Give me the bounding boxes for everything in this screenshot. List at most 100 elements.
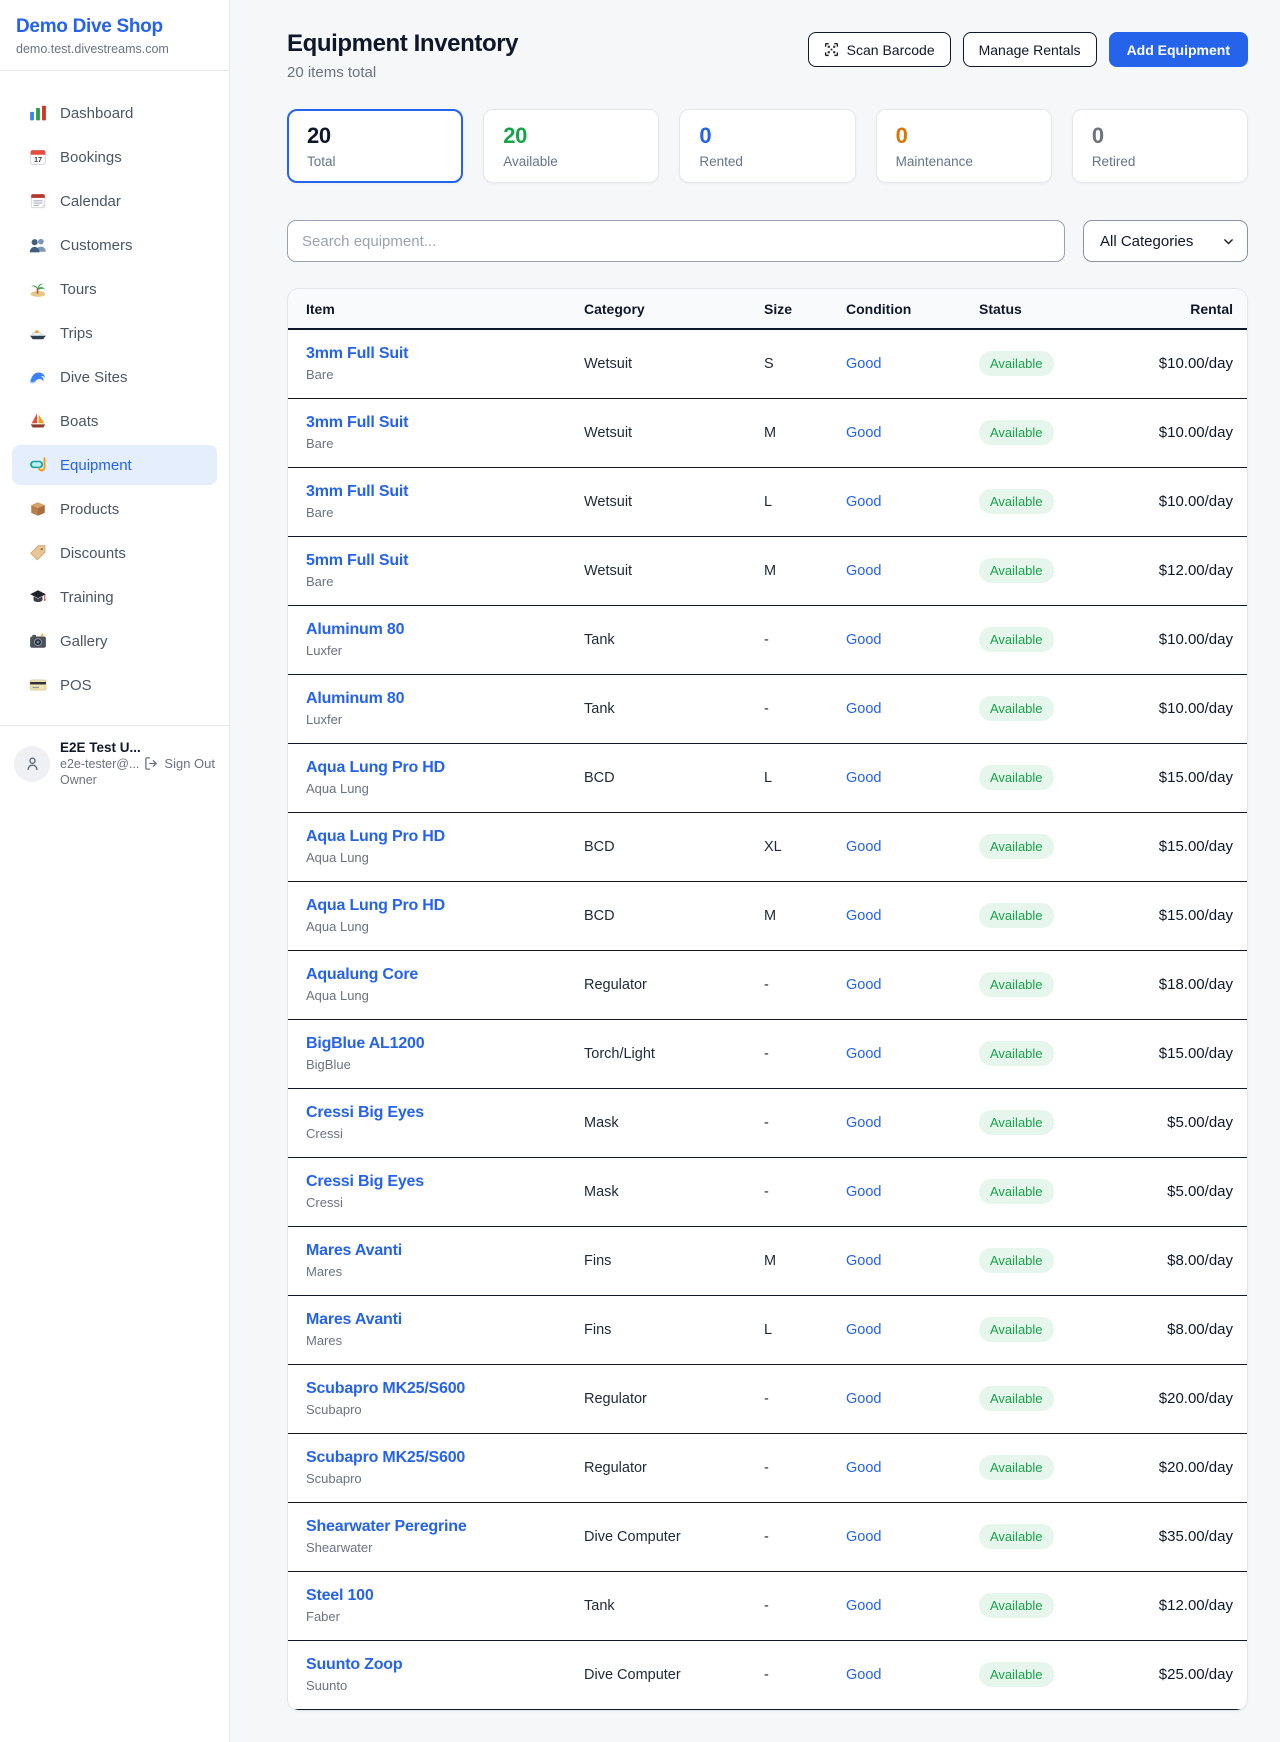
item-condition-link[interactable]: Good xyxy=(846,908,881,924)
item-name-link[interactable]: Aqua Lung Pro HD xyxy=(306,828,445,846)
sidebar-item-pos[interactable]: POS xyxy=(12,665,217,705)
item-name-link[interactable]: Aqua Lung Pro HD xyxy=(306,759,445,777)
manage-rentals-button[interactable]: Manage Rentals xyxy=(963,32,1097,67)
item-condition-link[interactable]: Good xyxy=(846,1529,881,1545)
sidebar-item-dive-sites[interactable]: Dive Sites xyxy=(12,357,217,397)
item-condition-link[interactable]: Good xyxy=(846,1115,881,1131)
item-condition-link[interactable]: Good xyxy=(846,1184,881,1200)
table-row[interactable]: Aqua Lung Pro HD Aqua Lung BCD M Good Av… xyxy=(288,881,1248,950)
stat-card-maintenance[interactable]: 0 Maintenance xyxy=(876,109,1052,183)
avatar xyxy=(14,746,50,782)
sidebar-item-boats[interactable]: Boats xyxy=(12,401,217,441)
item-name-link[interactable]: Scubapro MK25/S600 xyxy=(306,1449,465,1467)
item-condition-link[interactable]: Good xyxy=(846,1460,881,1476)
item-name-link[interactable]: Aqualung Core xyxy=(306,966,418,984)
sidebar-item-training[interactable]: Training xyxy=(12,577,217,617)
item-rental-rate: $5.00/day xyxy=(1167,1183,1233,1200)
sidebar-item-equipment[interactable]: Equipment xyxy=(12,445,217,485)
item-condition-link[interactable]: Good xyxy=(846,977,881,993)
table-row[interactable]: Aluminum 80 Luxfer Tank - Good Available… xyxy=(288,674,1248,743)
table-row[interactable]: Aqua Lung Pro HD Aqua Lung BCD L Good Av… xyxy=(288,743,1248,812)
item-condition-link[interactable]: Good xyxy=(846,1598,881,1614)
item-condition-link[interactable]: Good xyxy=(846,425,881,441)
sidebar-item-products[interactable]: Products xyxy=(12,489,217,529)
item-condition-link[interactable]: Good xyxy=(846,494,881,510)
item-condition-link[interactable]: Good xyxy=(846,356,881,372)
sidebar-item-gallery[interactable]: Gallery xyxy=(12,621,217,661)
table-row[interactable]: Mares Avanti Mares Fins M Good Available… xyxy=(288,1226,1248,1295)
item-name-link[interactable]: Cressi Big Eyes xyxy=(306,1104,424,1122)
item-condition-link[interactable]: Good xyxy=(846,701,881,717)
table-row[interactable]: Shearwater Peregrine Shearwater Dive Com… xyxy=(288,1502,1248,1571)
item-condition-link[interactable]: Good xyxy=(846,839,881,855)
item-name-link[interactable]: Aqua Lung Pro HD xyxy=(306,897,445,915)
item-name-link[interactable]: BigBlue AL1200 xyxy=(306,1035,424,1053)
item-condition-link[interactable]: Good xyxy=(846,770,881,786)
table-row[interactable]: Suunto Zoop Suunto Dive Computer - Good … xyxy=(288,1640,1248,1709)
scan-barcode-button[interactable]: Scan Barcode xyxy=(808,32,951,67)
table-row[interactable]: Steel 100 Faber Tank - Good Available $1… xyxy=(288,1571,1248,1640)
item-category: Regulator xyxy=(584,1391,647,1407)
item-condition-link[interactable]: Good xyxy=(846,1253,881,1269)
stat-card-available[interactable]: 20 Available xyxy=(483,109,659,183)
item-condition-link[interactable]: Good xyxy=(846,1046,881,1062)
item-name-link[interactable]: Cressi Big Eyes xyxy=(306,1173,424,1191)
item-name-link[interactable]: 3mm Full Suit xyxy=(306,414,408,432)
sidebar-item-bookings[interactable]: 17 Bookings xyxy=(12,137,217,177)
sign-out-button[interactable]: Sign Out xyxy=(144,756,215,771)
item-condition-link[interactable]: Good xyxy=(846,632,881,648)
sidebar-item-tours[interactable]: Tours xyxy=(12,269,217,309)
item-name-link[interactable]: 3mm Full Suit xyxy=(306,483,408,501)
table-row[interactable]: 3mm Full Suit Bare Wetsuit S Good Availa… xyxy=(288,329,1248,398)
item-name-link[interactable]: Steel 100 xyxy=(306,1587,374,1605)
user-role: Owner xyxy=(60,773,134,787)
item-size: - xyxy=(764,1529,769,1545)
item-name-link[interactable]: Suunto Zoop xyxy=(306,1656,402,1674)
table-row[interactable]: Scubapro MK25/S600 Scubapro Regulator - … xyxy=(288,1433,1248,1502)
item-condition-link[interactable]: Good xyxy=(846,1667,881,1683)
table-row[interactable]: Aqualung Core Aqua Lung Regulator - Good… xyxy=(288,950,1248,1019)
header-actions: Scan Barcode Manage Rentals Add Equipmen… xyxy=(808,32,1248,67)
table-row[interactable]: 5mm Full Suit Bare Wetsuit M Good Availa… xyxy=(288,536,1248,605)
sidebar-item-label: Equipment xyxy=(60,457,132,474)
table-row[interactable]: 3mm Full Suit Bare Wetsuit L Good Availa… xyxy=(288,467,1248,536)
add-equipment-button[interactable]: Add Equipment xyxy=(1109,32,1248,67)
item-name-link[interactable]: Aluminum 80 xyxy=(306,621,404,639)
item-name-link[interactable]: Mares Avanti xyxy=(306,1242,402,1260)
item-name-link[interactable]: Aluminum 80 xyxy=(306,690,404,708)
table-row[interactable]: Aluminum 80 Luxfer Tank - Good Available… xyxy=(288,605,1248,674)
item-condition-link[interactable]: Good xyxy=(846,1391,881,1407)
stat-card-total[interactable]: 20 Total xyxy=(287,109,463,183)
svg-text:17: 17 xyxy=(34,155,42,164)
table-row[interactable]: BigBlue AL1200 BigBlue Torch/Light - Goo… xyxy=(288,1019,1248,1088)
sidebar-item-discounts[interactable]: Discounts xyxy=(12,533,217,573)
item-brand: Luxfer xyxy=(306,643,584,658)
stat-card-rented[interactable]: 0 Rented xyxy=(679,109,855,183)
item-condition-link[interactable]: Good xyxy=(846,563,881,579)
sidebar-item-customers[interactable]: Customers xyxy=(12,225,217,265)
sidebar-item-dashboard[interactable]: Dashboard xyxy=(12,93,217,133)
table-row[interactable]: 3mm Full Suit Bare Wetsuit M Good Availa… xyxy=(288,398,1248,467)
item-rental-rate: $15.00/day xyxy=(1159,1045,1233,1062)
item-size: - xyxy=(764,1184,769,1200)
category-select[interactable]: All Categories xyxy=(1083,220,1248,262)
item-category: Tank xyxy=(584,632,615,648)
item-name-link[interactable]: Scubapro MK25/S600 xyxy=(306,1380,465,1398)
table-row[interactable]: Aqua Lung Pro HD Aqua Lung BCD XL Good A… xyxy=(288,812,1248,881)
table-row[interactable]: Cressi Big Eyes Cressi Mask - Good Avail… xyxy=(288,1157,1248,1226)
item-name-link[interactable]: 3mm Full Suit xyxy=(306,345,408,363)
stat-card-retired[interactable]: 0 Retired xyxy=(1072,109,1248,183)
sidebar-item-calendar[interactable]: Calendar xyxy=(12,181,217,221)
column-header-status: Status xyxy=(979,289,1129,329)
sidebar-item-trips[interactable]: Trips xyxy=(12,313,217,353)
table-row[interactable]: Scubapro MK25/S600 Scubapro Regulator - … xyxy=(288,1364,1248,1433)
item-name-link[interactable]: Shearwater Peregrine xyxy=(306,1518,467,1536)
table-row[interactable]: Mares Avanti Mares Fins L Good Available… xyxy=(288,1295,1248,1364)
item-name-link[interactable]: 5mm Full Suit xyxy=(306,552,408,570)
item-name-link[interactable]: Mares Avanti xyxy=(306,1311,402,1329)
table-row[interactable]: Cressi Big Eyes Cressi Mask - Good Avail… xyxy=(288,1088,1248,1157)
item-size: XL xyxy=(764,839,782,855)
item-category: BCD xyxy=(584,908,615,924)
item-condition-link[interactable]: Good xyxy=(846,1322,881,1338)
search-input[interactable] xyxy=(287,220,1065,262)
